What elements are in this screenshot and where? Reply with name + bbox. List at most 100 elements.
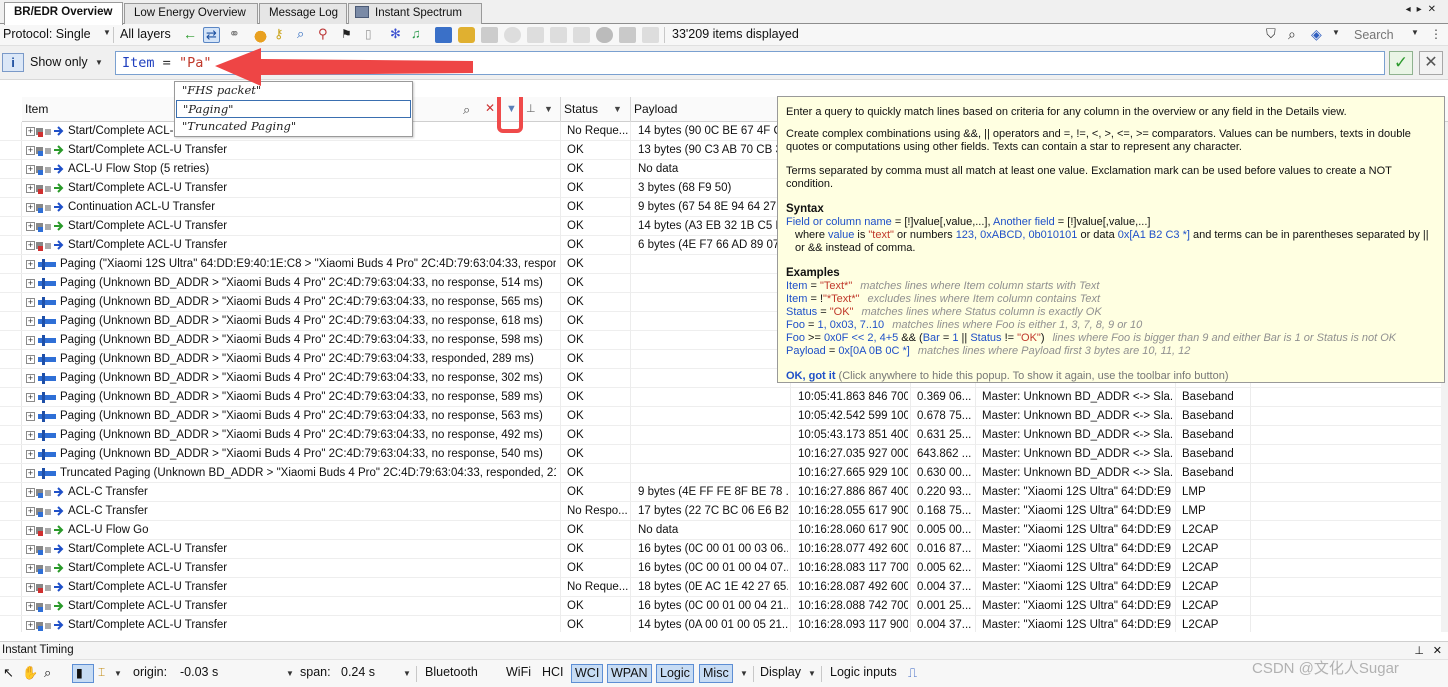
logic-toggle[interactable]: Logic	[656, 664, 694, 683]
back-arrow-icon[interactable]: ←	[183, 27, 200, 43]
chevron-down-icon[interactable]: ▼	[740, 669, 748, 678]
link-icon[interactable]: ⚭	[229, 27, 246, 43]
expand-icon[interactable]: +	[26, 412, 35, 421]
music-icon[interactable]: ♫	[411, 27, 428, 43]
pointer-icon[interactable]: ↖	[3, 665, 14, 681]
search-icon[interactable]: ⌕	[1288, 27, 1305, 43]
chevron-down-icon[interactable]: ▼	[1411, 28, 1419, 37]
autocomplete-option[interactable]: "Truncated Paging"	[175, 118, 412, 136]
expand-icon[interactable]: +	[26, 355, 35, 364]
show-only-selector[interactable]: Show only	[30, 55, 88, 69]
table-row[interactable]: + Start/Complete ACL-U Transfer No Reque..…	[0, 578, 1448, 597]
expand-icon[interactable]: +	[26, 298, 35, 307]
tab-nav-arrows[interactable]: ◂▸✕	[1406, 4, 1442, 15]
expand-icon[interactable]: +	[26, 469, 35, 478]
bluetooth-icon[interactable]: ✻	[390, 27, 407, 43]
query-input[interactable]: Item = "Pa"	[115, 51, 1385, 75]
pin-column-icon[interactable]: ⊥	[526, 97, 536, 122]
column-header-payload[interactable]: Payload	[631, 97, 791, 122]
more-icon[interactable]: ⋮	[1430, 27, 1447, 43]
expand-icon[interactable]: +	[26, 184, 35, 193]
protocol-selector[interactable]: Protocol: Single	[3, 27, 91, 41]
expand-icon[interactable]: +	[26, 279, 35, 288]
clear-query-button[interactable]: ✕	[1419, 51, 1443, 75]
expand-icon[interactable]: +	[26, 507, 35, 516]
table-row[interactable]: + Paging (Unknown BD_ADDR > "Xiaomi Buds …	[0, 445, 1448, 464]
expand-icon[interactable]: +	[26, 203, 35, 212]
magnifier-icon[interactable]: ⌕	[297, 27, 314, 43]
expand-icon[interactable]: +	[26, 450, 35, 459]
table-row[interactable]: + Start/Complete ACL-U Transfer OK 16 bytes…	[0, 540, 1448, 559]
chevron-down-icon[interactable]: ▼	[403, 669, 411, 678]
key-icon[interactable]: ⚷	[274, 27, 291, 43]
tab-message-log[interactable]: Message Log	[259, 3, 347, 24]
clear-filter-icon[interactable]: ✕	[485, 97, 495, 121]
disabled-device-icon[interactable]	[642, 27, 659, 43]
chevron-down-icon[interactable]: ▼	[103, 28, 111, 37]
table-row[interactable]: + Truncated Paging (Unknown BD_ADDR > "Xi…	[0, 464, 1448, 483]
waveform-icon[interactable]: ⎍	[908, 665, 917, 681]
expand-icon[interactable]: +	[26, 374, 35, 383]
table-row[interactable]: + Start/Complete ACL-U Transfer OK 16 bytes…	[0, 597, 1448, 616]
table-row[interactable]: + ACL-C Transfer No Respo... 17 bytes (22 7…	[0, 502, 1448, 521]
chevron-down-icon[interactable]: ▼	[95, 58, 103, 67]
origin-value[interactable]: -0.03 s	[180, 665, 218, 679]
disabled-globe-icon[interactable]	[504, 27, 521, 43]
autocomplete-option[interactable]: "FHS packet"	[175, 82, 412, 100]
display-menu[interactable]: Display	[760, 665, 801, 679]
logic-inputs-label[interactable]: Logic inputs	[830, 665, 897, 679]
misc-toggle[interactable]: Misc	[699, 664, 733, 683]
expand-icon[interactable]: +	[26, 146, 35, 155]
expand-icon[interactable]: +	[26, 260, 35, 269]
expand-icon[interactable]: +	[26, 621, 35, 630]
expand-icon[interactable]: +	[26, 431, 35, 440]
expand-icon[interactable]: +	[26, 545, 35, 554]
expand-icon[interactable]: +	[26, 583, 35, 592]
disabled-book-icon[interactable]	[550, 27, 567, 43]
tab-br-edr-overview[interactable]: BR/EDR Overview	[4, 2, 123, 25]
marker-icon[interactable]: ⌶	[98, 665, 105, 680]
checkered-flag-icon[interactable]: ⚑	[341, 27, 358, 43]
table-row[interactable]: + Start/Complete ACL-U Transfer OK 16 bytes…	[0, 559, 1448, 578]
table-row[interactable]: + Start/Complete ACL-U Transfer OK 14 bytes…	[0, 616, 1448, 632]
tab-low-energy-overview[interactable]: Low Energy Overview	[124, 3, 258, 24]
table-row[interactable]: + Paging (Unknown BD_ADDR > "Xiaomi Buds …	[0, 388, 1448, 407]
copy-icon[interactable]	[481, 27, 498, 43]
chevron-down-icon[interactable]: ▼	[613, 97, 622, 122]
hci-toggle[interactable]: HCI	[542, 665, 564, 679]
chevron-down-icon[interactable]: ▼	[286, 669, 294, 678]
table-row[interactable]: + ACL-C Transfer OK 9 bytes (4E FF FE 8F BE…	[0, 483, 1448, 502]
disabled-monitor-icon[interactable]	[527, 27, 544, 43]
table-row[interactable]: + Paging (Unknown BD_ADDR > "Xiaomi Buds …	[0, 407, 1448, 426]
layout-icon[interactable]: ▮	[72, 664, 94, 683]
pin-icon[interactable]: ⊥	[1414, 643, 1424, 660]
wci-toggle[interactable]: WCI	[571, 664, 604, 683]
apply-query-button[interactable]: ✓	[1389, 51, 1413, 75]
span-value[interactable]: 0.24 s	[341, 665, 375, 679]
table-row[interactable]: + Paging (Unknown BD_ADDR > "Xiaomi Buds …	[0, 426, 1448, 445]
autocomplete-option-selected[interactable]: "Paging"	[176, 100, 411, 118]
chevron-down-icon[interactable]: ▼	[1332, 28, 1340, 37]
layers-selector[interactable]: All layers	[120, 27, 171, 41]
hat-icon[interactable]	[252, 27, 269, 43]
expand-icon[interactable]: +	[26, 488, 35, 497]
zoom-icon[interactable]: ⌕	[44, 665, 51, 681]
expand-icon[interactable]: +	[26, 336, 35, 345]
expand-icon[interactable]: +	[26, 222, 35, 231]
expand-icon[interactable]: +	[26, 317, 35, 326]
tab-instant-spectrum[interactable]: Instant Spectrum	[348, 3, 482, 24]
table-row[interactable]: + ACL-U Flow Go OK No data 10:16:28.060 617 …	[0, 521, 1448, 540]
disabled-keyboard-icon[interactable]	[573, 27, 590, 43]
expand-icon[interactable]: +	[26, 241, 35, 250]
expand-icon[interactable]: +	[26, 127, 35, 136]
filter-icon[interactable]: ⛉	[1266, 27, 1283, 43]
pin-icon[interactable]: ⚲	[318, 27, 335, 43]
close-icon[interactable]: ✕	[1433, 643, 1442, 660]
chevron-down-icon[interactable]: ▼	[544, 97, 553, 122]
globe-icon[interactable]	[596, 27, 613, 43]
expand-icon[interactable]: +	[26, 165, 35, 174]
mouse-icon[interactable]: ▯	[365, 27, 382, 43]
expand-icon[interactable]: +	[26, 602, 35, 611]
bluetooth-toggle[interactable]: Bluetooth	[425, 665, 478, 679]
highlight-icon[interactable]: ◈	[1311, 27, 1328, 43]
